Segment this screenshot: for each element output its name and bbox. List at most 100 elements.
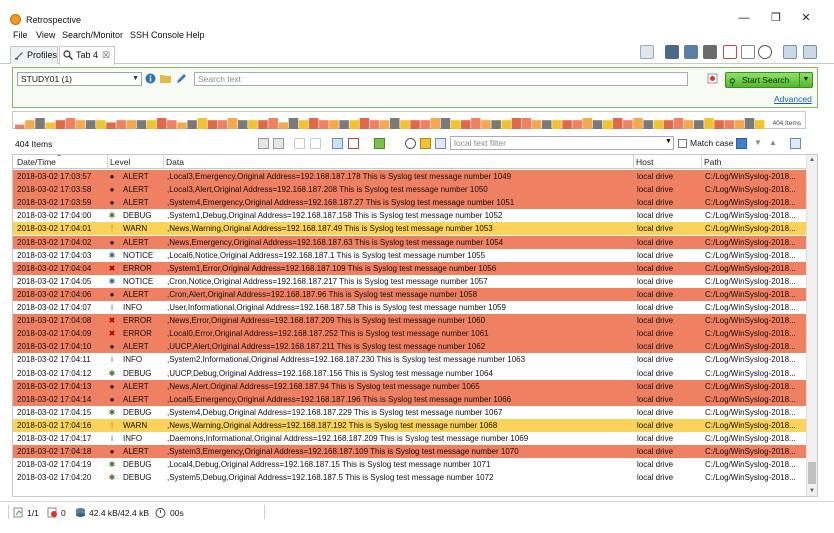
table-row[interactable]: 2018-03-02 17:04:13 ● ALERT ,News,Alert,Ori…: [13, 379, 807, 393]
column-divider[interactable]: [107, 155, 108, 169]
scrollbar-thumb[interactable]: [808, 462, 816, 484]
close-button[interactable]: ✕: [796, 10, 816, 26]
prev-match-icon[interactable]: ▲: [769, 138, 780, 149]
column-header-path[interactable]: Path: [704, 157, 722, 167]
cell-path: C:/Log/WinSyslog-2018...: [705, 434, 796, 443]
pulse-icon[interactable]: [741, 45, 755, 59]
column-header-data[interactable]: Data: [166, 157, 184, 167]
copy-icon[interactable]: [273, 138, 284, 149]
cell-level: NOTICE: [123, 276, 154, 286]
table-row[interactable]: 2018-03-02 17:04:03 ✱ NOTICE ,Local6,Notice…: [13, 248, 807, 262]
cell-level: ALERT: [123, 172, 149, 181]
table-row[interactable]: 2018-03-02 17:03:57 ● ALERT ,Local3,Emergen…: [13, 170, 807, 183]
highlight-icon[interactable]: [348, 138, 359, 149]
table-row[interactable]: 2018-03-02 17:04:01! WARN ,News,Warning,Or…: [13, 222, 807, 236]
cell-date: 2018-03-02 17:04:02: [17, 237, 92, 247]
table-row[interactable]: 2018-03-02 17:03:58 ● ALERT ,Local3,Alert,O…: [13, 183, 807, 197]
bookmark-icon[interactable]: [665, 45, 679, 59]
warn-icon: !: [110, 420, 114, 430]
scroll-down-icon[interactable]: ▼: [807, 486, 817, 496]
new-search-icon[interactable]: [640, 45, 654, 59]
column-header-host[interactable]: Host: [636, 157, 653, 167]
chevron-down-icon[interactable]: ▼: [799, 73, 812, 87]
table-row[interactable]: 2018-03-02 17:04:11 i INFO ,System2,Informa…: [13, 353, 807, 367]
search-input[interactable]: Search text: [194, 72, 688, 86]
next-match-icon[interactable]: ▼: [754, 138, 765, 149]
export-icon[interactable]: [258, 138, 269, 149]
folder-icon[interactable]: [160, 73, 171, 84]
menu-file[interactable]: File: [13, 30, 28, 40]
table-row[interactable]: 2018-03-02 17:04:18 ● ALERT ,System3,Emerge…: [13, 445, 807, 459]
monitor-icon[interactable]: [684, 45, 698, 59]
menu-ssh-console[interactable]: SSH Console: [130, 30, 184, 40]
clear-search-icon[interactable]: [707, 73, 718, 84]
layout-icon[interactable]: [783, 45, 797, 59]
histogram-bar: [177, 122, 187, 129]
table-row[interactable]: 2018-03-02 17:04:04 ✖ ERROR ,System1,Error,…: [13, 261, 807, 275]
cell-host: local drive: [637, 263, 674, 273]
table-row[interactable]: 2018-03-02 17:04:02 ● ALERT ,News,Emergency…: [13, 235, 807, 249]
table-row[interactable]: 2018-03-02 17:04:17 i INFO ,Daemons,Informa…: [13, 432, 807, 445]
table-row[interactable]: 2018-03-02 17:03:59 ● ALERT ,System4,Emerge…: [13, 196, 807, 210]
table-row[interactable]: 2018-03-02 17:04:10 ● ALERT ,UUCP,Alert,Ori…: [13, 340, 807, 354]
timeline-histogram[interactable]: 404 Items: [12, 111, 806, 129]
table-row[interactable]: 2018-03-02 17:04:09 ✖ ERROR ,Local0,Error,O…: [13, 327, 807, 341]
chevron-down-icon[interactable]: ▼: [665, 138, 672, 145]
warning-icon[interactable]: [420, 138, 431, 149]
info-icon[interactable]: [145, 73, 156, 84]
ssh-console-icon[interactable]: [703, 45, 717, 59]
vertical-scrollbar[interactable]: ▲ ▼: [806, 155, 817, 496]
column-divider[interactable]: [163, 155, 164, 169]
filter-input[interactable]: local text filter: [450, 136, 674, 150]
advanced-link[interactable]: Advanced: [774, 94, 812, 104]
table-row[interactable]: 2018-03-02 17:04:08 ✖ ERROR ,News,Error,Ori…: [13, 314, 807, 328]
pause-icon[interactable]: [310, 138, 321, 149]
tab-close-icon[interactable]: ☒: [102, 47, 110, 63]
cell-path: C:/Log/WinSyslog-2018...: [705, 420, 796, 430]
cell-level: ALERT: [123, 381, 149, 391]
column-header-date[interactable]: Date/Time: [17, 157, 56, 167]
autoscroll-icon[interactable]: [332, 138, 343, 149]
filter-icon[interactable]: [736, 138, 747, 149]
error-icon: ✖: [108, 329, 116, 339]
cell-path: C:/Log/WinSyslog-2018...: [705, 381, 796, 391]
column-divider[interactable]: [633, 155, 634, 169]
clear-icon[interactable]: [294, 138, 305, 149]
stopwatch-icon[interactable]: [758, 45, 772, 59]
columns-icon[interactable]: [435, 138, 446, 149]
pen-icon[interactable]: [176, 73, 187, 84]
save-icon[interactable]: [790, 138, 801, 149]
table-row[interactable]: 2018-03-02 17:04:05 ✱ NOTICE ,Cron,Notice,O…: [13, 274, 807, 288]
cell-level: NOTICE: [123, 250, 154, 260]
minimize-button[interactable]: —: [734, 10, 754, 26]
table-row[interactable]: 2018-03-02 17:04:00 ✱ DEBUG ,System1,Debug,…: [13, 209, 807, 223]
table-row[interactable]: 2018-03-02 17:04:07 i INFO ,User,Informatio…: [13, 301, 807, 314]
cell-host: local drive: [637, 434, 674, 443]
scroll-up-icon[interactable]: ▲: [807, 155, 817, 165]
menu-view[interactable]: View: [36, 30, 55, 40]
menu-help[interactable]: Help: [186, 30, 205, 40]
split-view-icon[interactable]: [803, 45, 817, 59]
cell-host: local drive: [637, 250, 674, 260]
table-row[interactable]: 2018-03-02 17:04:06 ● ALERT ,Cron,Alert,Ori…: [13, 287, 807, 301]
clock-icon[interactable]: [405, 138, 416, 149]
activity-icon[interactable]: [723, 45, 737, 59]
study-select[interactable]: STUDY01 (1) ▼: [17, 72, 142, 86]
table-row[interactable]: 2018-03-02 17:04:20 ✱ DEBUG ,System5,Debug,…: [13, 471, 807, 485]
cell-data: ,System4,Debug,Original Address=192.168.…: [167, 407, 503, 417]
start-search-button[interactable]: ⚲ Start Search ▼: [725, 72, 813, 88]
table-row[interactable]: 2018-03-02 17:04:19 ✱ DEBUG ,Local4,Debug,O…: [13, 458, 807, 472]
table-row[interactable]: 2018-03-02 17:04:12 ✱ DEBUG ,UUCP,Debug,Ori…: [13, 366, 807, 380]
match-case-checkbox[interactable]: [678, 139, 687, 148]
column-divider[interactable]: [701, 155, 702, 169]
table-row[interactable]: 2018-03-02 17:04:15 ✱ DEBUG ,System4,Debug,…: [13, 405, 807, 419]
table-row[interactable]: 2018-03-02 17:04:14 ● ALERT ,Local5,Emergen…: [13, 392, 807, 406]
column-header-level[interactable]: Level: [110, 157, 130, 167]
tag-icon[interactable]: [374, 138, 385, 149]
maximize-button[interactable]: ❐: [766, 10, 786, 26]
table-row[interactable]: 2018-03-02 17:04:16! WARN ,News,Warning,Or…: [13, 418, 807, 432]
tab-tab4[interactable]: Tab 4 ☒: [59, 46, 115, 65]
study-select-value: STUDY01 (1): [21, 74, 73, 84]
tab-profiles[interactable]: Profiles: [10, 46, 58, 64]
menu-search-monitor[interactable]: Search/Monitor: [62, 30, 123, 40]
